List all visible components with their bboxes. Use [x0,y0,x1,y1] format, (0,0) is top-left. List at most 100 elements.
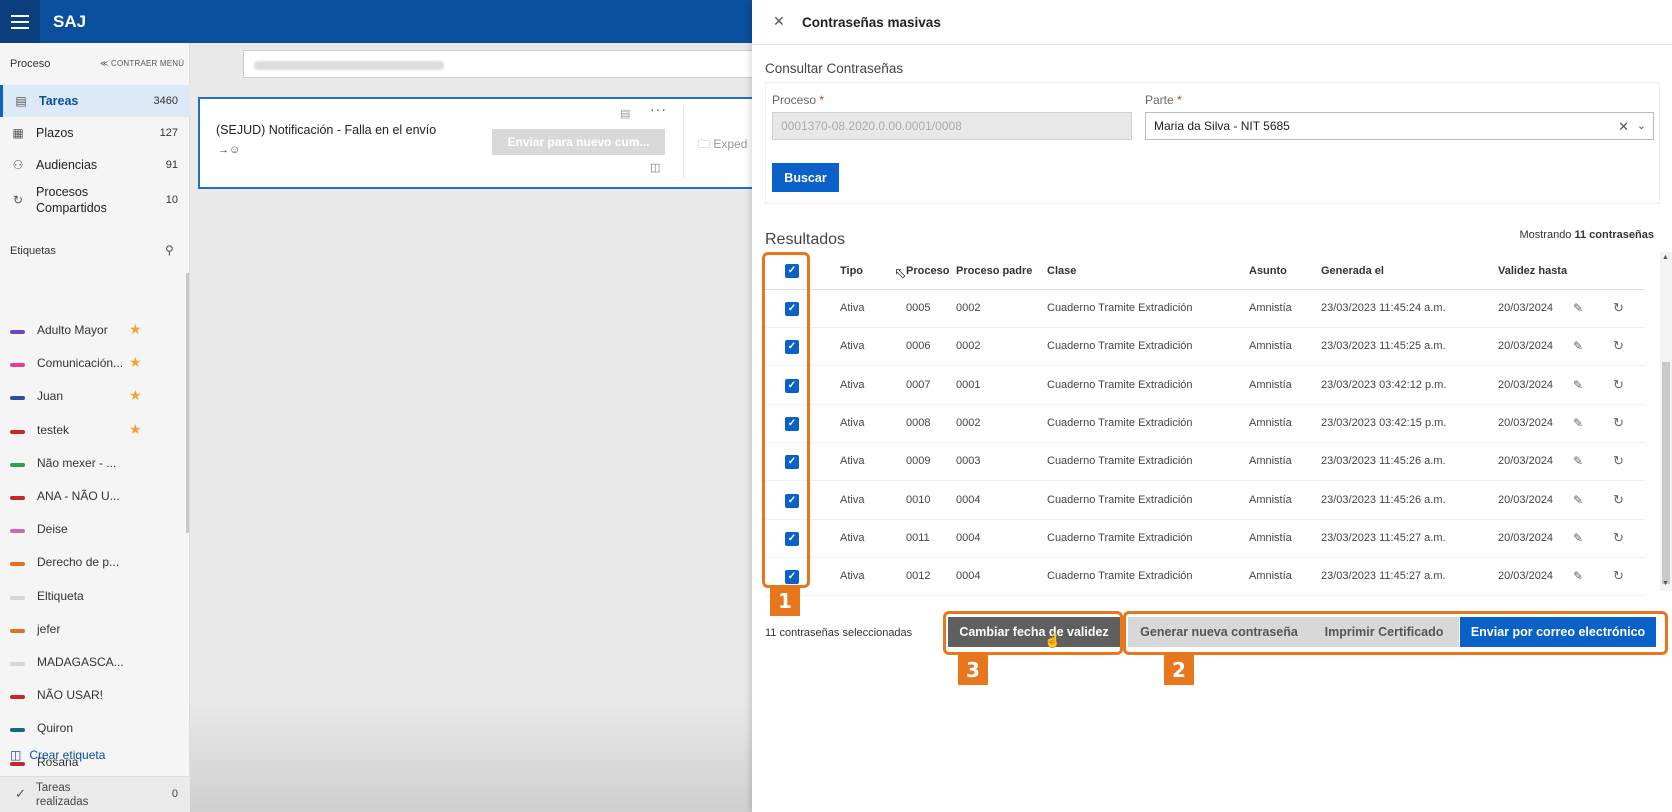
tag-label: Derecho de p... [37,555,120,570]
close-icon[interactable]: ✕ [773,13,785,30]
table-row[interactable]: ✓ Ativa 0006 0002 Cuaderno Tramite Extradici… [765,328,1645,367]
cell-tipo: Ativa [840,493,865,506]
table-row[interactable]: ✓ Ativa 0009 0003 Cuaderno Tramite Extradici… [765,443,1645,482]
divider [683,107,684,179]
tag-color-swatch [10,662,25,666]
refresh-icon[interactable]: ↻ [1613,415,1624,431]
tag-item[interactable]: Adulto Mayor ★ [0,316,150,346]
cell-proceso: 0007 [906,378,931,391]
col-proceso-padre[interactable]: Proceso padre [956,265,1032,277]
edit-icon[interactable]: ✎ [1573,378,1583,392]
tag-item[interactable]: jefer [0,615,150,645]
tag-label: testek [37,422,70,437]
scroll-up-icon[interactable]: ▲ [1662,254,1669,261]
hamburger-menu-icon[interactable] [0,0,40,43]
star-icon[interactable]: ★ [129,387,142,404]
scroll-down-icon[interactable]: ▼ [1662,580,1669,587]
col-asunto[interactable]: Asunto [1249,265,1287,277]
more-options-icon[interactable]: ··· [650,101,667,117]
tag-item[interactable]: Comunicación... ★ [0,349,150,379]
tag-item[interactable]: testek ★ [0,416,150,446]
refresh-icon[interactable]: ↻ [1613,300,1624,316]
tag-item[interactable]: Quiron [0,714,150,744]
table-row[interactable]: ✓ Ativa 0005 0002 Cuaderno Tramite Extradici… [765,290,1645,328]
sidebar-item-plazos[interactable]: ▦ Plazos 127 [0,117,190,149]
cell-asunto: Amnistía [1249,570,1292,583]
col-proceso[interactable]: Proceso [906,265,949,277]
send-new-task-button[interactable]: Enviar para nuevo cum... [492,129,665,155]
edit-icon[interactable]: ✎ [1573,454,1583,468]
cell-asunto: Amnistía [1249,378,1292,391]
tag-item[interactable]: Juan ★ [0,382,150,412]
tag-item[interactable]: Não mexer - ... [0,449,150,479]
cell-validez: 20/03/2024 [1498,531,1554,544]
task-card[interactable]: (SEJUD) Notificación - Falla en el envío… [198,97,758,189]
col-clase[interactable]: Clase [1047,265,1076,277]
search-input[interactable] [243,50,763,78]
col-validez[interactable]: Validez hasta [1498,265,1567,277]
refresh-icon[interactable]: ↻ [1613,377,1624,393]
sidebar-item-tareas[interactable]: ▤ Tareas 3460 [0,85,190,117]
assign-person-icon[interactable]: →☺ [218,144,240,156]
tag-item[interactable]: Deise [0,515,150,545]
edit-icon[interactable]: ✎ [1573,493,1583,507]
refresh-icon[interactable]: ↻ [1613,568,1624,584]
done-tasks[interactable]: ✓ Tareas realizadas 0 [0,776,190,812]
sidebar-item-procesos-compartidos[interactable]: ↻ Procesos Compartidos 10 [0,181,190,219]
cell-clase: Cuaderno Tramite Extradición [1047,340,1193,353]
collapse-menu-button[interactable]: ≪ CONTRAER MENÚ [100,59,184,68]
cell-clase: Cuaderno Tramite Extradición [1047,416,1193,429]
edit-icon[interactable]: ✎ [1573,301,1583,315]
refresh-icon[interactable]: ↻ [1613,338,1624,354]
results-count: Mostrando 11 contraseñas [1519,229,1654,241]
table-scrollbar[interactable]: ▲ ▼ [1660,252,1672,591]
tag-color-swatch [10,462,25,467]
scroll-thumb[interactable] [1662,362,1670,584]
tag-color-swatch [10,562,25,567]
tag-label: Juan [37,389,64,404]
cell-clase: Cuaderno Tramite Extradición [1047,570,1193,583]
sidebar-item-count: 10 [165,194,178,206]
sidebar-scrollbar[interactable] [186,273,189,533]
table-row[interactable]: ✓ Ativa 0011 0004 Cuaderno Tramite Extradici… [765,520,1645,558]
sidebar-item-audiencias[interactable]: ⚇ Audiencias 91 [0,149,190,181]
table-row[interactable]: ✓ Ativa 0010 0004 Cuaderno Tramite Extradici… [765,482,1645,520]
parte-select[interactable]: Maria da Silva - NIT 5685 ✕ ⌄ [1145,112,1654,140]
refresh-icon[interactable]: ↻ [1613,453,1624,469]
clear-icon[interactable]: ✕ [1618,119,1629,135]
screen-icon[interactable]: ◫ [650,161,660,174]
col-generada[interactable]: Generada el [1321,265,1384,277]
cell-tipo: Ativa [840,340,865,353]
sidebar-item-label: Tareas [39,94,79,108]
create-tag-link[interactable]: ◫ Crear etiqueta [10,748,105,762]
tag-item[interactable]: ANA - NÃO U... [0,482,150,512]
edit-icon[interactable]: ✎ [1573,416,1583,430]
tag-item[interactable]: Derecho de p... [0,548,150,578]
tag-item[interactable]: MADAGASCA... [0,648,150,678]
edit-icon[interactable]: ✎ [1573,531,1583,545]
table-row[interactable]: ✓ Ativa 0008 0002 Cuaderno Tramite Extradici… [765,405,1645,443]
refresh-icon[interactable]: ↻ [1613,492,1624,508]
star-icon[interactable]: ★ [129,354,142,371]
star-icon[interactable]: ★ [129,421,142,438]
edit-icon[interactable]: ✎ [1573,569,1583,583]
tag-item[interactable]: Eltiqueta [0,582,150,612]
document-icon[interactable]: ▤ [620,107,630,120]
search-button[interactable]: Buscar [772,163,839,192]
tag-color-swatch [10,363,25,368]
chevron-down-icon[interactable]: ⌄ [1637,119,1646,132]
table-row[interactable]: ✓ Ativa 0012 0004 Cuaderno Tramite Extradici… [765,558,1645,597]
cell-generada: 23/03/2023 03:42:15 p.m. [1321,416,1447,429]
proceso-field: 0001370-08.2020.0.00.0001/0008 [772,112,1132,140]
tag-item[interactable]: NÃO USAR! [0,681,150,711]
star-icon[interactable]: ★ [129,321,142,338]
col-tipo[interactable]: Tipo [840,265,863,277]
tag-label: Eltiqueta [37,588,84,603]
results-table: ✓ Tipo Proceso Proceso padre Clase Asunt… [765,252,1672,597]
folder-link[interactable]: 🗀 Exped [698,135,747,156]
annotation-box-2 [1123,611,1668,655]
edit-icon[interactable]: ✎ [1573,339,1583,353]
table-row[interactable]: ✓ Ativa 0007 0001 Cuaderno Tramite Extradici… [765,367,1645,405]
refresh-icon[interactable]: ↻ [1613,530,1624,546]
search-icon[interactable]: ⚲ [165,243,174,257]
